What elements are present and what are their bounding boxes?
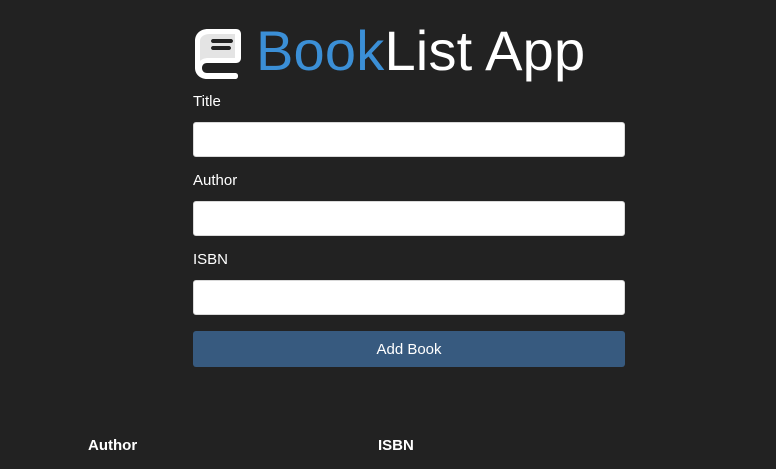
isbn-label: ISBN: [193, 251, 229, 268]
app-title-rest: List App: [384, 19, 586, 82]
isbn-field-group: ISBN: [193, 250, 625, 315]
app-title: BookList App: [256, 22, 585, 80]
app-title-accent: Book: [256, 19, 385, 82]
books-table-header: Author ISBN: [88, 436, 688, 458]
title-field-group: Title: [193, 92, 625, 157]
author-column-header: Author: [88, 437, 138, 454]
book-icon: [195, 29, 241, 79]
author-field-group: Author: [193, 171, 625, 236]
title-label: Title: [193, 93, 221, 110]
title-input[interactable]: [193, 122, 625, 157]
author-label: Author: [193, 172, 238, 189]
app-header: BookList App: [190, 22, 585, 80]
isbn-input[interactable]: [193, 280, 625, 315]
author-input[interactable]: [193, 201, 625, 236]
book-form: Title Author ISBN Add Book: [193, 92, 625, 367]
isbn-column-header: ISBN: [378, 437, 414, 454]
add-book-button[interactable]: Add Book: [193, 331, 625, 367]
booklist-page: BookList App Title Author ISBN Add Book …: [0, 0, 776, 469]
